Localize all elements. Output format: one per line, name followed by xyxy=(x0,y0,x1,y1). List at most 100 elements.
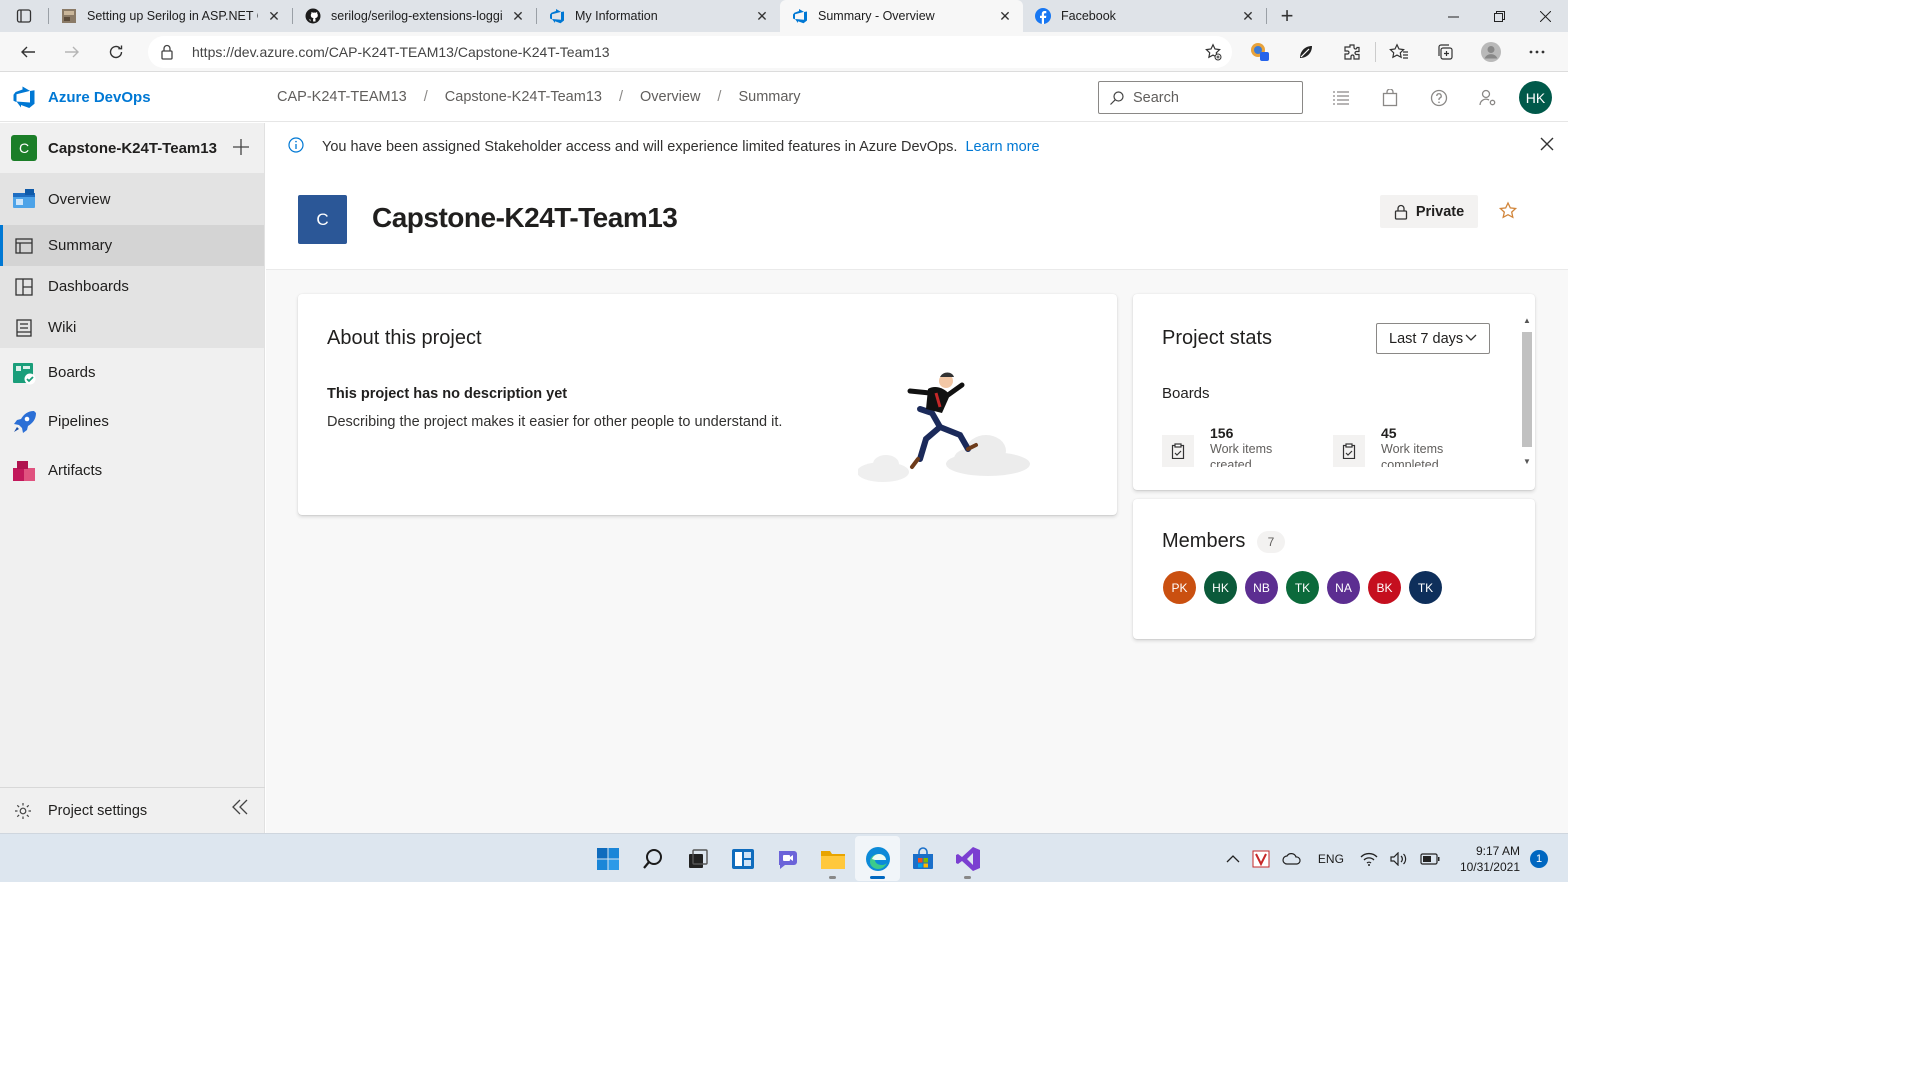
start-icon xyxy=(596,847,619,870)
refresh-button[interactable] xyxy=(94,32,138,72)
tab-actions-button[interactable] xyxy=(0,0,48,32)
member-avatar[interactable]: PK xyxy=(1163,571,1196,604)
task-view-button[interactable] xyxy=(675,836,720,881)
volume-icon[interactable] xyxy=(1390,851,1408,866)
stat-work-items-completed[interactable]: 45 Work items completed xyxy=(1333,425,1443,467)
scroll-up-icon[interactable]: ▲ xyxy=(1523,316,1531,325)
stat-value: 45 xyxy=(1381,425,1397,441)
close-window-button[interactable] xyxy=(1522,0,1568,32)
close-tab-icon[interactable]: ✕ xyxy=(754,8,770,24)
favorites-icon[interactable] xyxy=(1376,32,1422,72)
learn-more-link[interactable]: Learn more xyxy=(965,139,1039,155)
scroll-down-icon[interactable]: ▼ xyxy=(1523,457,1531,466)
member-avatar[interactable]: TK xyxy=(1286,571,1319,604)
stakeholder-banner: You have been assigned Stakeholder acces… xyxy=(266,123,1568,171)
back-button[interactable] xyxy=(6,32,50,72)
help-button[interactable] xyxy=(1414,73,1463,122)
add-new-button[interactable] xyxy=(232,135,250,163)
user-avatar[interactable]: HK xyxy=(1519,81,1552,114)
start-button[interactable] xyxy=(585,836,630,881)
member-avatar[interactable]: BK xyxy=(1368,571,1401,604)
marketplace-button[interactable] xyxy=(1365,73,1414,122)
sidebar-item-summary[interactable]: Summary xyxy=(0,225,264,266)
members-title: Members xyxy=(1162,530,1246,552)
minimize-button[interactable] xyxy=(1430,0,1476,32)
visibility-button[interactable]: Private xyxy=(1380,195,1478,228)
close-tab-icon[interactable]: ✕ xyxy=(266,8,282,24)
sidebar-item-wiki[interactable]: Wiki xyxy=(0,307,264,348)
notification-badge[interactable]: 1 xyxy=(1530,849,1548,868)
user-settings-button[interactable] xyxy=(1463,73,1512,122)
stats-scrollbar[interactable]: ▲ ▼ xyxy=(1520,316,1534,466)
battery-icon[interactable] xyxy=(1420,852,1440,865)
member-avatar[interactable]: NB xyxy=(1245,571,1278,604)
more-options-icon[interactable] xyxy=(1514,32,1560,72)
scrollbar-thumb[interactable] xyxy=(1522,332,1532,447)
chevron-up-icon[interactable] xyxy=(1226,854,1240,864)
taskbar-search-button[interactable] xyxy=(630,836,675,881)
stat-label-line2: created xyxy=(1210,458,1252,467)
github-icon xyxy=(305,8,321,24)
breadcrumb-summary[interactable]: Summary xyxy=(738,89,800,105)
antivirus-icon[interactable] xyxy=(1252,850,1270,868)
collections-icon[interactable] xyxy=(1422,32,1468,72)
browser-tab[interactable]: Facebook ✕ xyxy=(1023,0,1266,32)
close-tab-icon[interactable]: ✕ xyxy=(997,8,1013,24)
extension-profile-icon[interactable] xyxy=(1237,32,1283,72)
browser-tab-active[interactable]: Summary - Overview ✕ xyxy=(780,0,1023,32)
search-input[interactable]: Search xyxy=(1098,81,1303,114)
profile-avatar-icon[interactable] xyxy=(1468,32,1514,72)
time-range-dropdown[interactable]: Last 7 days xyxy=(1376,323,1490,354)
file-explorer-button[interactable] xyxy=(810,836,855,881)
sidebar-item-pipelines[interactable]: Pipelines xyxy=(0,397,264,446)
work-items-list-button[interactable] xyxy=(1316,73,1365,122)
edge-button[interactable] xyxy=(855,836,900,881)
system-tray: ENG 9:17 AM 10/31/2021 1 xyxy=(1220,834,1568,883)
taskbar-apps xyxy=(585,834,990,883)
member-avatar[interactable]: HK xyxy=(1204,571,1237,604)
breadcrumb-overview[interactable]: Overview xyxy=(640,89,700,105)
wifi-icon[interactable] xyxy=(1360,852,1378,866)
store-button[interactable] xyxy=(900,836,945,881)
edge-icon xyxy=(865,846,890,871)
stat-work-items-created[interactable]: 156 Work items created xyxy=(1162,425,1272,467)
info-icon xyxy=(288,137,304,157)
favorite-star-button[interactable] xyxy=(1498,201,1518,226)
browser-tab[interactable]: Setting up Serilog in ASP.NET Co ✕ xyxy=(49,0,292,32)
new-tab-button[interactable]: + xyxy=(1271,0,1303,32)
sidebar-item-dashboards[interactable]: Dashboards xyxy=(0,266,264,307)
task-view-icon xyxy=(688,848,708,868)
clock[interactable]: 9:17 AM 10/31/2021 xyxy=(1460,843,1520,875)
url-field[interactable]: https://dev.azure.com/CAP-K24T-TEAM13/Ca… xyxy=(148,36,1232,68)
azure-devops-logo[interactable]: Azure DevOps xyxy=(12,85,151,109)
language-indicator[interactable]: ENG xyxy=(1318,852,1344,866)
visual-studio-button[interactable] xyxy=(945,836,990,881)
browser-tab[interactable]: My Information ✕ xyxy=(537,0,780,32)
chevron-down-icon xyxy=(1465,334,1477,341)
onedrive-icon[interactable] xyxy=(1282,852,1302,866)
forward-button[interactable] xyxy=(50,32,94,72)
restore-button[interactable] xyxy=(1476,0,1522,32)
sidebar-item-artifacts[interactable]: Artifacts xyxy=(0,446,264,495)
browser-tab[interactable]: serilog/serilog-extensions-loggi ✕ xyxy=(293,0,536,32)
close-tab-icon[interactable]: ✕ xyxy=(510,8,526,24)
teams-chat-button[interactable] xyxy=(765,836,810,881)
breadcrumb-org[interactable]: CAP-K24T-TEAM13 xyxy=(277,89,407,105)
member-avatar[interactable]: NA xyxy=(1327,571,1360,604)
member-avatar[interactable]: TK xyxy=(1409,571,1442,604)
close-tab-icon[interactable]: ✕ xyxy=(1240,8,1256,24)
refresh-icon xyxy=(109,45,123,58)
extension-leaf-icon[interactable] xyxy=(1283,32,1329,72)
add-favorite-icon[interactable] xyxy=(1204,43,1222,64)
widgets-button[interactable] xyxy=(720,836,765,881)
extensions-icon[interactable] xyxy=(1329,32,1375,72)
sidebar-item-boards[interactable]: Boards xyxy=(0,348,264,397)
breadcrumb-project[interactable]: Capstone-K24T-Team13 xyxy=(445,89,602,105)
artifacts-icon xyxy=(12,459,36,483)
project-header[interactable]: C Capstone-K24T-Team13 xyxy=(0,123,264,173)
file-explorer-icon xyxy=(820,850,845,869)
dismiss-banner-button[interactable] xyxy=(1540,137,1554,155)
collapse-sidebar-icon[interactable] xyxy=(231,798,249,820)
project-settings-button[interactable]: Project settings xyxy=(0,787,265,833)
sidebar-item-overview[interactable]: Overview xyxy=(0,173,264,225)
